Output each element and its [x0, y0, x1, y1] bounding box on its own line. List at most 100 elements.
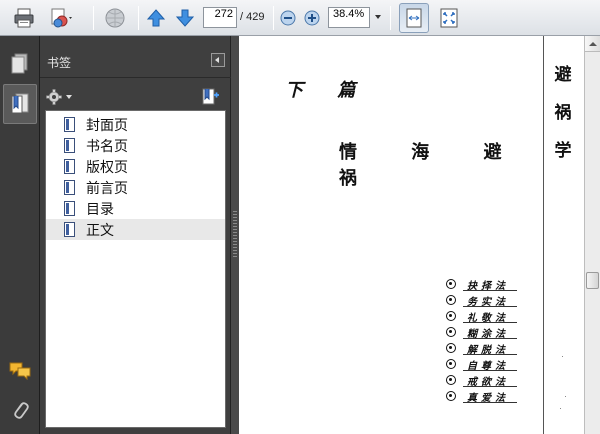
vertical-scrollbar[interactable] — [584, 36, 600, 434]
bullet-icon — [446, 359, 456, 369]
print-button[interactable] — [10, 5, 38, 31]
splitter-grip — [233, 211, 237, 257]
bookmark-item[interactable]: 目录 — [46, 198, 225, 219]
method-item: 务实法 — [445, 292, 519, 308]
page-number-input[interactable]: 272 — [203, 7, 237, 28]
globe-icon — [105, 8, 125, 28]
new-bookmark-button[interactable] — [200, 87, 220, 107]
fit-width-button[interactable] — [399, 3, 429, 33]
options-menu-button[interactable] — [46, 88, 74, 106]
method-list: 抉择法 务实法 礼敬法 糊涂法 解脱法 自尊法 戒欲法 真爱法 — [445, 276, 519, 404]
scrollbar-thumb[interactable] — [586, 272, 599, 289]
comments-panel-button[interactable] — [6, 356, 34, 384]
zoom-in-button[interactable] — [303, 5, 321, 31]
bookmark-icon — [64, 201, 75, 216]
bookmark-label: 目录 — [86, 202, 114, 218]
underline — [463, 402, 517, 403]
bullet-icon — [446, 391, 456, 401]
chapter-heading: 情 海 避 祸 — [339, 142, 526, 189]
scan-speck — [562, 356, 563, 357]
page-count-label: / 429 — [240, 11, 265, 23]
bookmark-label: 版权页 — [86, 160, 128, 176]
bullet-icon — [446, 375, 456, 385]
method-item: 礼敬法 — [445, 308, 519, 324]
bookmark-item[interactable]: 前言页 — [46, 177, 225, 198]
bookmark-item-selected[interactable]: 正文 — [46, 219, 225, 240]
scan-speck — [565, 396, 566, 397]
toolbar-separator — [93, 6, 94, 30]
underline — [463, 338, 517, 339]
new-bookmark-icon — [202, 88, 219, 105]
gear-icon — [46, 89, 72, 105]
bookmark-label: 正文 — [86, 223, 114, 239]
scan-speck — [560, 408, 561, 409]
underline — [463, 306, 517, 307]
fit-width-icon — [406, 8, 422, 28]
bookmark-item[interactable]: 书名页 — [46, 135, 225, 156]
method-item: 戒欲法 — [445, 372, 519, 388]
document-view[interactable]: 下 篇 情 海 避 祸 抉择法 务实法 礼敬法 糊涂法 解脱法 自尊法 戒欲法 … — [239, 36, 584, 434]
bookmark-icon — [64, 180, 75, 195]
page-options-button[interactable] — [44, 5, 78, 31]
bookmarks-panel-button[interactable] — [3, 84, 37, 124]
main-toolbar: 272 / 429 38.4% — [0, 0, 600, 36]
bookmark-icon — [64, 117, 75, 132]
method-item: 抉择法 — [445, 276, 519, 292]
printer-icon — [14, 8, 34, 28]
bullet-icon — [446, 327, 456, 337]
underline — [463, 354, 517, 355]
next-page-side-title: 避祸学 — [554, 65, 572, 161]
pages-icon — [11, 53, 28, 74]
previous-page-button[interactable] — [145, 5, 167, 31]
zoom-dropdown-arrow[interactable] — [375, 15, 381, 19]
attachments-panel-button[interactable] — [6, 396, 34, 424]
next-page-button[interactable] — [174, 5, 196, 31]
bookmark-icon — [64, 222, 75, 237]
toolbar-separator — [273, 6, 274, 30]
panel-divider — [40, 77, 231, 78]
navigation-rail — [0, 36, 40, 434]
toolbar-separator — [138, 6, 139, 30]
bookmark-item[interactable]: 版权页 — [46, 156, 225, 177]
underline — [463, 386, 517, 387]
method-item: 解脱法 — [445, 340, 519, 356]
pdf-reader-window: 272 / 429 38.4% 书签 封面页 书名页 版权页 前言页 目录 正文… — [0, 0, 600, 434]
bookmark-label: 封面页 — [86, 118, 128, 134]
full-screen-button[interactable] — [436, 5, 462, 31]
zoom-out-icon — [280, 10, 296, 26]
paperclip-icon — [14, 402, 29, 419]
bookmark-icon — [64, 138, 75, 153]
zoom-in-icon — [304, 10, 320, 26]
method-item: 真爱法 — [445, 388, 519, 404]
bookmark-list: 封面页 书名页 版权页 前言页 目录 正文 — [45, 110, 226, 428]
underline — [463, 322, 517, 323]
pages-panel-button[interactable] — [6, 50, 34, 78]
toolbar-separator — [390, 6, 391, 30]
bookmark-label: 前言页 — [86, 181, 128, 197]
full-screen-icon — [440, 8, 458, 28]
page-refresh-icon — [51, 8, 72, 28]
bookmark-icon — [64, 159, 75, 174]
collaborate-button[interactable] — [100, 5, 130, 31]
arrow-down-icon — [175, 9, 195, 27]
bullet-icon — [446, 295, 456, 305]
panel-title: 书签 — [47, 56, 72, 70]
bookmarks-panel: 书签 封面页 书名页 版权页 前言页 目录 正文 — [40, 36, 231, 434]
bookmark-label: 书名页 — [86, 139, 128, 155]
part-heading: 下 篇 — [285, 80, 370, 101]
bullet-icon — [446, 279, 456, 289]
scroll-up-button[interactable] — [585, 36, 600, 52]
bookmark-icon — [11, 93, 29, 114]
panel-splitter[interactable] — [231, 36, 239, 434]
bookmark-item[interactable]: 封面页 — [46, 114, 225, 135]
collapse-panel-button[interactable] — [211, 53, 225, 67]
method-item: 自尊法 — [445, 356, 519, 372]
underline — [463, 290, 517, 291]
underline — [463, 370, 517, 371]
zoom-level-input[interactable]: 38.4% — [328, 7, 370, 28]
page-boundary — [543, 36, 544, 434]
comments-icon — [9, 362, 31, 380]
bullet-icon — [446, 343, 456, 353]
zoom-out-button[interactable] — [279, 5, 297, 31]
method-item: 糊涂法 — [445, 324, 519, 340]
